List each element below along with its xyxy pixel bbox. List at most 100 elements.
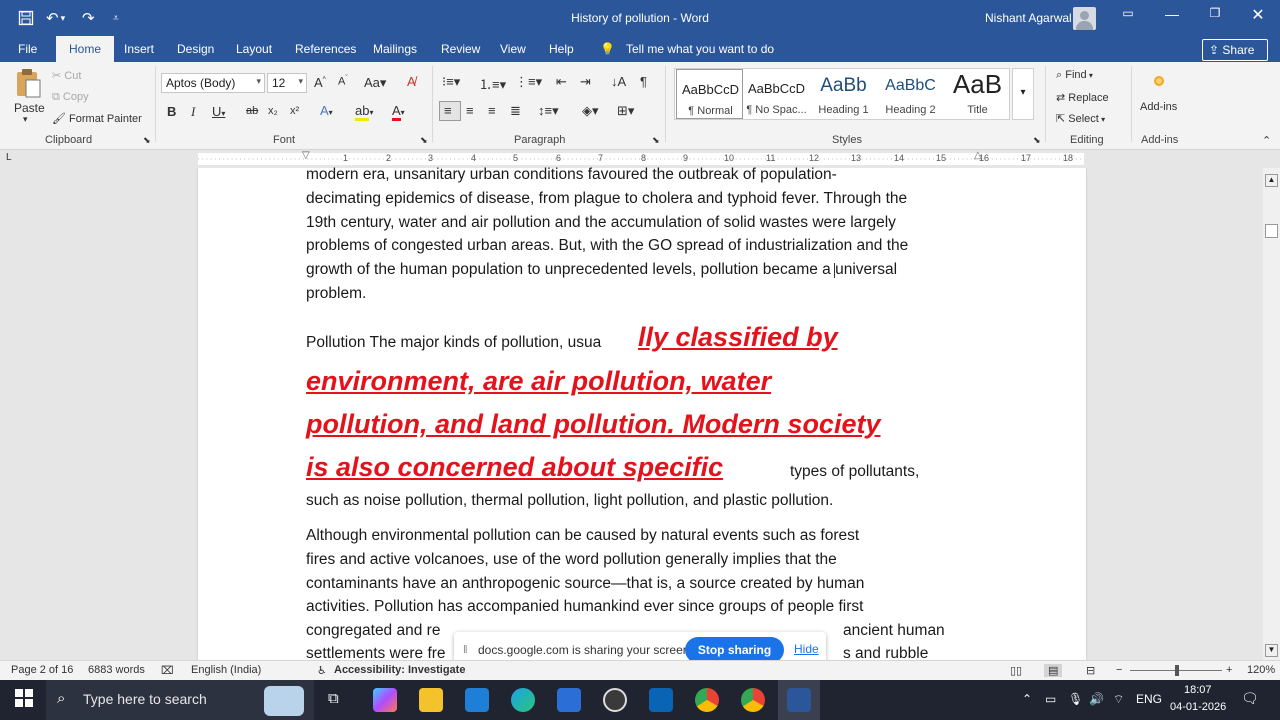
bullets-icon[interactable]: ⁝≡▾	[442, 74, 460, 90]
font-color-icon[interactable]: A▾	[392, 103, 405, 121]
highlighted-text-line[interactable]: lly classified by	[638, 322, 838, 353]
tell-me-search[interactable]: Tell me what you want to do	[626, 42, 774, 56]
paragraph-line[interactable]: growth of the human population to unprec…	[306, 261, 897, 279]
paragraph-line[interactable]: modern era, unsanitary urban conditions …	[306, 166, 837, 184]
word-taskbar-button[interactable]	[778, 680, 820, 720]
paragraph-line[interactable]: Although environmental pollution can be …	[306, 527, 859, 545]
borders-icon[interactable]: ⊞▾	[617, 103, 634, 119]
style-no-spacing[interactable]: AaBbCcD ¶ No Spac...	[743, 69, 810, 119]
windows-start-icon[interactable]	[15, 689, 33, 710]
zoom-level[interactable]: 120%	[1247, 664, 1275, 676]
multilevel-list-icon[interactable]: ⋮≡▾	[515, 74, 542, 90]
chrome-icon[interactable]	[695, 688, 719, 712]
cut-button[interactable]: ✂ Cut	[52, 69, 81, 82]
add-ins-icon[interactable]	[1152, 74, 1166, 91]
tab-file[interactable]: File	[18, 42, 37, 56]
drag-handle-icon[interactable]: ‖	[463, 644, 468, 656]
clock-time[interactable]: 18:07	[1184, 684, 1212, 696]
underline-icon[interactable]: U▾	[212, 104, 225, 119]
store-icon[interactable]	[557, 688, 581, 712]
copilot-icon[interactable]	[373, 688, 397, 712]
paragraph-line[interactable]: 19th century, water and air pollution an…	[306, 214, 896, 232]
font-launcher-icon[interactable]: ⬊	[420, 135, 428, 146]
style-heading-1[interactable]: AaBb Heading 1	[810, 69, 877, 119]
tab-selector-icon[interactable]: L	[6, 152, 12, 163]
decrease-indent-icon[interactable]: ⇤	[556, 74, 567, 90]
paragraph-line[interactable]: problem.	[306, 285, 366, 303]
italic-icon[interactable]: I	[191, 104, 195, 120]
style-normal[interactable]: AaBbCcD ¶ Normal	[676, 69, 743, 119]
media-player-icon[interactable]	[603, 688, 627, 712]
first-line-indent-marker[interactable]: ▽	[302, 150, 310, 161]
replace-button[interactable]: ⇄ Replace	[1056, 91, 1109, 104]
scroll-up-icon[interactable]: ▲	[1265, 174, 1278, 187]
tab-help[interactable]: Help	[549, 42, 574, 56]
web-layout-icon[interactable]: ⊟	[1086, 664, 1095, 677]
paste-button[interactable]: Paste	[14, 101, 45, 115]
paragraph-line[interactable]: ancient human	[843, 622, 945, 640]
subscript-icon[interactable]: x₂	[268, 105, 278, 117]
clipboard-launcher-icon[interactable]: ⬊	[143, 135, 151, 146]
paragraph-line[interactable]: congregated and re	[306, 622, 440, 640]
strikethrough-icon[interactable]: ab	[246, 105, 258, 117]
chevron-up-icon[interactable]: ⌃	[1022, 692, 1032, 706]
font-size-combo[interactable]: 12 ▾	[267, 73, 307, 93]
notifications-icon[interactable]: 🗨	[1241, 690, 1259, 707]
tab-review[interactable]: Review	[441, 42, 480, 56]
edge-icon[interactable]	[511, 688, 535, 712]
scroll-thumb[interactable]	[1265, 224, 1278, 238]
tab-design[interactable]: Design	[177, 42, 214, 56]
input-language[interactable]: ENG	[1136, 692, 1162, 706]
show-formatting-icon[interactable]: ¶	[640, 74, 647, 89]
paragraph-line[interactable]: contaminants have an anthropogenic sourc…	[306, 575, 864, 593]
numbering-icon[interactable]: ⒈≡▾	[479, 74, 506, 93]
paragraph-line[interactable]: types of pollutants,	[790, 463, 919, 481]
tab-insert[interactable]: Insert	[124, 42, 154, 56]
microphone-icon[interactable]: 🎙	[1068, 692, 1083, 706]
add-ins-button[interactable]: Add-ins	[1140, 101, 1177, 113]
scroll-down-icon[interactable]: ▼	[1265, 644, 1278, 657]
increase-indent-icon[interactable]: ⇥	[580, 74, 591, 90]
accessibility-status[interactable]: Accessibility: Investigate	[334, 664, 465, 676]
style-title[interactable]: AaB Title	[944, 69, 1011, 119]
sort-icon[interactable]: ↓A	[611, 74, 626, 89]
read-mode-icon[interactable]: ▯▯	[1010, 664, 1022, 677]
tab-view[interactable]: View	[500, 42, 526, 56]
volume-icon[interactable]: 🔊	[1089, 692, 1104, 706]
task-view-icon[interactable]: ⧉	[328, 690, 339, 707]
print-layout-icon[interactable]: ▤	[1044, 664, 1063, 677]
change-case-icon[interactable]: Aa▾	[364, 75, 386, 91]
paragraph-line[interactable]: such as noise pollution, thermal polluti…	[306, 492, 833, 510]
superscript-icon[interactable]: x²	[290, 105, 299, 117]
paste-dropdown-icon[interactable]: ▾	[23, 114, 28, 125]
ruler-scale[interactable]: ▽ △ 1 2 3 4 5 6 7 8 9 10 11 12 13 14 15 …	[198, 150, 1084, 165]
tab-mailings[interactable]: Mailings	[373, 42, 417, 56]
file-explorer-icon[interactable]	[419, 688, 443, 712]
styles-launcher-icon[interactable]: ⬊	[1033, 135, 1041, 146]
battery-icon[interactable]: ▭	[1045, 692, 1056, 706]
align-right-icon[interactable]: ≡	[488, 103, 496, 118]
justify-icon[interactable]: ≣	[510, 103, 521, 119]
select-button[interactable]: ⇱ Select ▾	[1056, 112, 1105, 125]
tab-references[interactable]: References	[295, 42, 356, 56]
chrome-profile-icon[interactable]	[741, 688, 765, 712]
paragraph-line[interactable]: problems of congested urban areas. But, …	[306, 237, 908, 255]
taskbar-search[interactable]: ⌕ Type here to search	[46, 680, 314, 720]
zoom-out-icon[interactable]: −	[1116, 664, 1122, 676]
clear-formatting-icon[interactable]: A̸	[407, 74, 416, 89]
minimize-icon[interactable]: —	[1152, 6, 1192, 22]
align-center-icon[interactable]: ≡	[466, 103, 474, 118]
paragraph-line[interactable]: activities. Pollution has accompanied hu…	[306, 598, 863, 616]
find-button[interactable]: ⌕ Find ▾	[1056, 69, 1093, 82]
paragraph-line[interactable]: decimating epidemics of disease, from pl…	[306, 190, 907, 208]
close-icon[interactable]: ✕	[1238, 5, 1278, 25]
highlighted-text-line[interactable]: pollution, and land pollution. Modern so…	[306, 409, 880, 440]
word-count[interactable]: 6883 words	[88, 664, 145, 676]
highlighted-text-line[interactable]: environment, are air pollution, water	[306, 366, 771, 397]
align-left-icon[interactable]: ≡	[439, 101, 461, 121]
format-painter-button[interactable]: 🖌 Format Painter	[52, 112, 142, 125]
paragraph-line[interactable]: Pollution The major kinds of pollution, …	[306, 334, 601, 352]
zoom-slider-thumb[interactable]	[1175, 665, 1179, 676]
ribbon-display-options-icon[interactable]: ▭	[1108, 6, 1148, 20]
shading-icon[interactable]: ◈▾	[582, 103, 599, 119]
